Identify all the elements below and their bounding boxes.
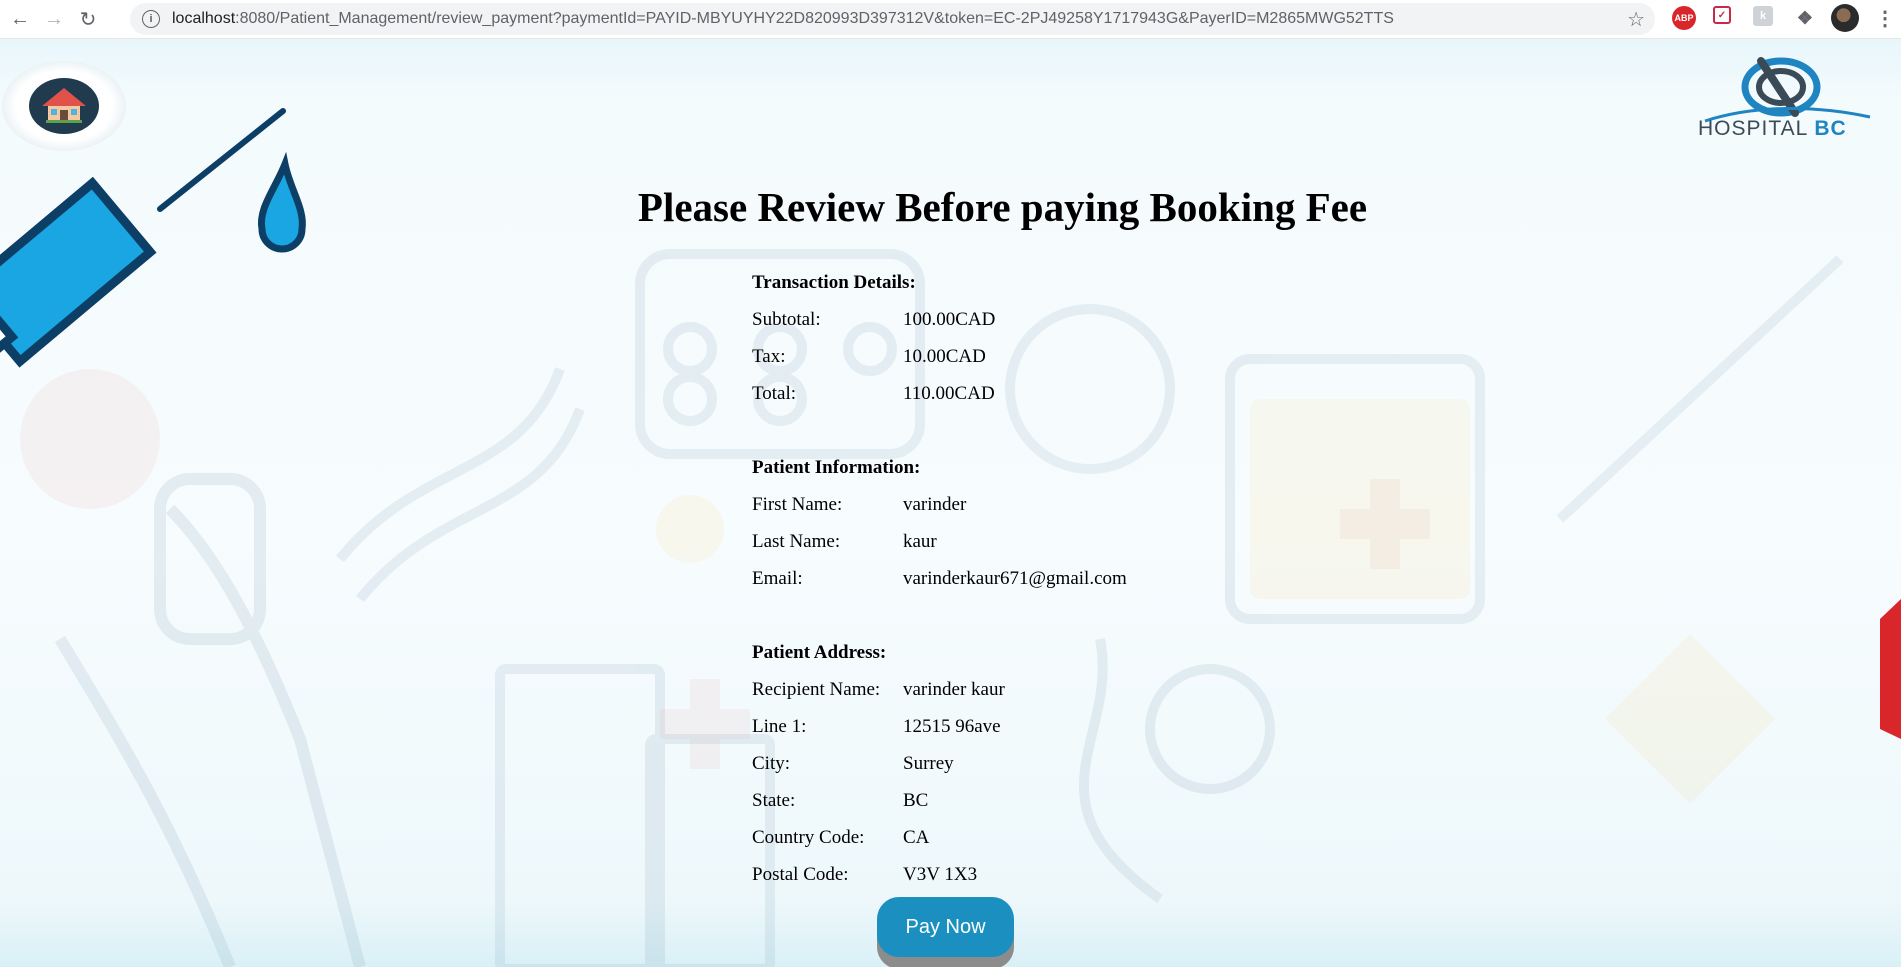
home-icon	[29, 78, 99, 134]
page-title: Please Review Before paying Booking Fee	[637, 184, 1368, 230]
address-bar[interactable]: i localhost:8080/Patient_Management/revi…	[130, 3, 1655, 35]
pay-now-button[interactable]: Pay Now	[877, 897, 1014, 957]
logo-text: HOSPITAL BC	[1698, 117, 1847, 140]
k-icon[interactable]: k	[1753, 6, 1773, 26]
detail-row: State: BC	[752, 790, 929, 811]
detail-row: Last Name: kaur	[752, 531, 937, 552]
bookmark-star-icon[interactable]: ☆	[1627, 7, 1645, 32]
page-body: HOSPITAL BC Please Review Before paying …	[0, 39, 1901, 967]
detail-row: City: Surrey	[752, 753, 954, 774]
detail-row: Country Code: CA	[752, 827, 930, 848]
transaction-heading: Transaction Details:	[752, 272, 916, 293]
browser-toolbar: ← → ↻ i localhost:8080/Patient_Managemen…	[0, 0, 1901, 39]
detail-row: Total: 110.00CAD	[752, 383, 995, 404]
url-text[interactable]: localhost:8080/Patient_Management/review…	[172, 10, 1394, 28]
back-arrow-icon[interactable]: ←	[6, 5, 34, 33]
detail-row: Postal Code: V3V 1X3	[752, 864, 978, 885]
patient-address-heading: Patient Address:	[752, 642, 887, 663]
abp-icon[interactable]: ABP	[1672, 6, 1696, 30]
detail-row: Line 1: 12515 96ave	[752, 716, 1001, 737]
patient-info-heading: Patient Information:	[752, 457, 921, 478]
reload-icon[interactable]: ↻	[74, 5, 102, 33]
detail-row: Subtotal: 100.00CAD	[752, 309, 996, 330]
detail-row: First Name: varinder	[752, 494, 967, 515]
menu-icon[interactable]: ⋮	[1873, 6, 1897, 30]
detail-row: Recipient Name: varinder kaur	[752, 679, 1005, 700]
detail-row: Email: varinderkaur671@gmail.com	[752, 568, 1127, 589]
payment-details: Transaction Details: Subtotal: 100.00CAD …	[752, 264, 1252, 893]
home-button[interactable]	[2, 61, 126, 151]
site-info-icon[interactable]: i	[142, 10, 160, 28]
pocket-icon[interactable]: ✓	[1713, 6, 1731, 24]
puzzle-icon[interactable]: ❖	[1793, 6, 1817, 30]
profile-avatar[interactable]	[1831, 4, 1859, 32]
hospital-logo: HOSPITAL BC	[1695, 53, 1875, 153]
forward-arrow-icon[interactable]: →	[40, 5, 68, 33]
detail-row: Tax: 10.00CAD	[752, 346, 986, 367]
